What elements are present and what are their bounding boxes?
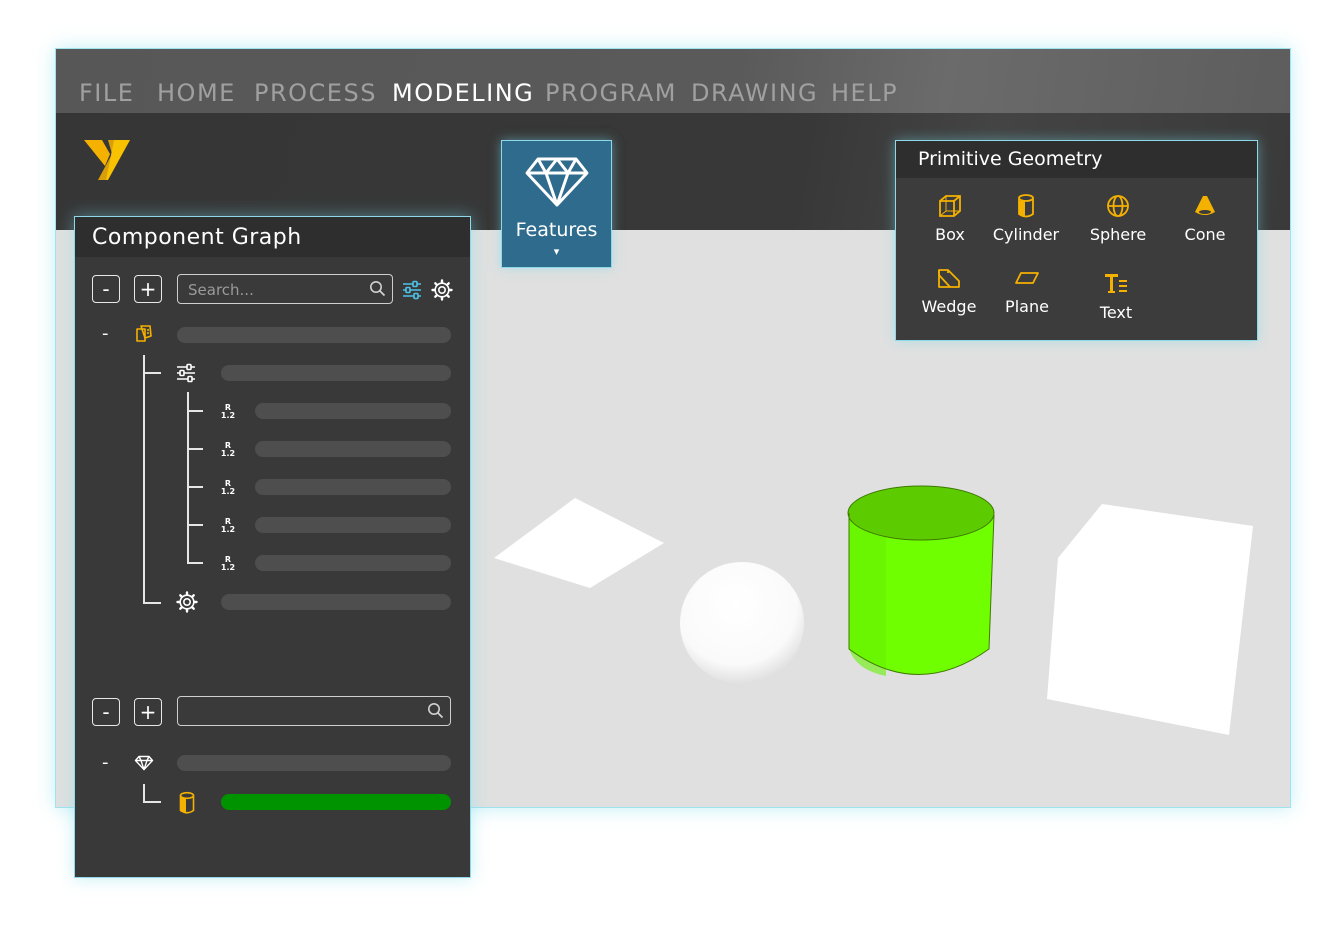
box-object[interactable] [1047, 504, 1253, 735]
diamond-icon[interactable] [134, 755, 154, 771]
tree-connector [187, 392, 189, 564]
menu-program[interactable]: PROGRAM [545, 79, 677, 107]
tree-connector [187, 562, 203, 564]
features-label: Features [515, 219, 598, 241]
menu-help[interactable]: HELP [831, 79, 898, 107]
text-label: Text [1099, 303, 1133, 322]
component-graph-panel: Component Graph - + - [74, 216, 471, 878]
cone-icon [1195, 196, 1215, 215]
v-logo-icon [84, 140, 130, 180]
tree-collapse-toggle[interactable]: - [102, 752, 109, 773]
tree-connector [187, 410, 203, 412]
expand-all-button[interactable]: + [134, 275, 162, 303]
feature-search-input[interactable] [186, 700, 408, 724]
diamond-icon [525, 157, 589, 207]
primitive-geometry-panel: Primitive Geometry Box Cylinder Sphere C… [895, 140, 1258, 341]
wedge-button[interactable]: Wedge [904, 265, 994, 316]
parameter-icon[interactable]: R 1.2 [220, 480, 236, 496]
tree-connector [143, 602, 161, 604]
plane-button[interactable]: Plane [982, 265, 1072, 316]
tree-item-bar[interactable] [177, 327, 451, 343]
features-button[interactable]: Features ▾ [501, 140, 612, 268]
cone-label: Cone [1184, 225, 1226, 244]
tree-collapse-toggle[interactable]: - [102, 323, 109, 344]
collapse-all-button[interactable]: - [92, 275, 120, 303]
menu-drawing[interactable]: DRAWING [691, 79, 818, 107]
parameter-icon[interactable]: R 1.2 [220, 442, 236, 458]
menu-process[interactable]: PROCESS [254, 79, 377, 107]
component-icon[interactable] [134, 324, 154, 344]
tree-connector [187, 486, 203, 488]
tree-connector [143, 784, 145, 802]
expand-all-button[interactable]: + [134, 698, 162, 726]
cylinder-object[interactable] [847, 485, 995, 676]
menu-modeling[interactable]: MODELING [392, 79, 534, 107]
parameters-sliders-icon[interactable] [175, 362, 197, 384]
component-search-input[interactable] [186, 278, 362, 302]
features-dropdown-caret[interactable]: ▾ [502, 245, 611, 258]
cylinder-icon [1018, 194, 1034, 218]
collapse-all-button[interactable]: - [92, 698, 120, 726]
cone-button[interactable]: Cone [1160, 193, 1250, 244]
cylinder-button[interactable]: Cylinder [981, 193, 1071, 244]
wedge-icon [938, 269, 960, 288]
cylinder-icon[interactable] [177, 791, 197, 815]
filter-sliders-icon[interactable] [401, 279, 423, 301]
tree-item-bar[interactable] [255, 517, 451, 533]
settings-gear-icon[interactable] [431, 279, 453, 301]
tree-item-bar[interactable] [221, 594, 451, 610]
sphere-button[interactable]: Sphere [1073, 193, 1163, 244]
tree-connector [143, 355, 145, 603]
tree-item-bar[interactable] [255, 441, 451, 457]
plane-icon [1015, 272, 1039, 284]
sphere-icon [1107, 195, 1129, 217]
tree-item-bar[interactable] [255, 479, 451, 495]
cylinder-label: Cylinder [992, 225, 1060, 244]
tree-connector [187, 448, 203, 450]
sphere-label: Sphere [1089, 225, 1147, 244]
menu-bar: FILE HOME PROCESS MODELING PROGRAM DRAWI… [56, 49, 1290, 113]
tree-item-bar[interactable] [255, 403, 451, 419]
plane-object[interactable] [494, 498, 664, 588]
parameter-icon[interactable]: R 1.2 [220, 556, 236, 572]
tree-connector [187, 524, 203, 526]
selected-tree-item-bar[interactable] [221, 794, 451, 810]
search-icon[interactable] [369, 280, 386, 297]
wedge-label: Wedge [921, 297, 977, 316]
parameter-icon[interactable]: R 1.2 [220, 404, 236, 420]
parameter-icon[interactable]: R 1.2 [220, 518, 236, 534]
primitive-geometry-header: Primitive Geometry [896, 141, 1257, 178]
settings-gear-icon[interactable] [176, 591, 198, 613]
component-graph-title: Component Graph [92, 225, 302, 250]
component-graph-header: Component Graph [75, 217, 470, 257]
feature-search-box[interactable] [177, 696, 451, 726]
text-icon [1105, 274, 1127, 293]
tree-item-bar[interactable] [221, 365, 451, 381]
tree-connector [143, 372, 161, 374]
search-icon[interactable] [427, 702, 444, 719]
plane-label: Plane [1005, 297, 1049, 316]
tree-item-bar[interactable] [255, 555, 451, 571]
menu-home[interactable]: HOME [157, 79, 236, 107]
sphere-object[interactable] [680, 562, 804, 684]
box-icon [939, 195, 961, 217]
text-button[interactable]: Text [1071, 271, 1161, 322]
component-search-box[interactable] [177, 274, 393, 304]
primitive-geometry-title: Primitive Geometry [918, 148, 1103, 170]
tree-item-bar[interactable] [177, 755, 451, 771]
tree-connector [143, 801, 161, 803]
menu-file[interactable]: FILE [79, 79, 134, 107]
